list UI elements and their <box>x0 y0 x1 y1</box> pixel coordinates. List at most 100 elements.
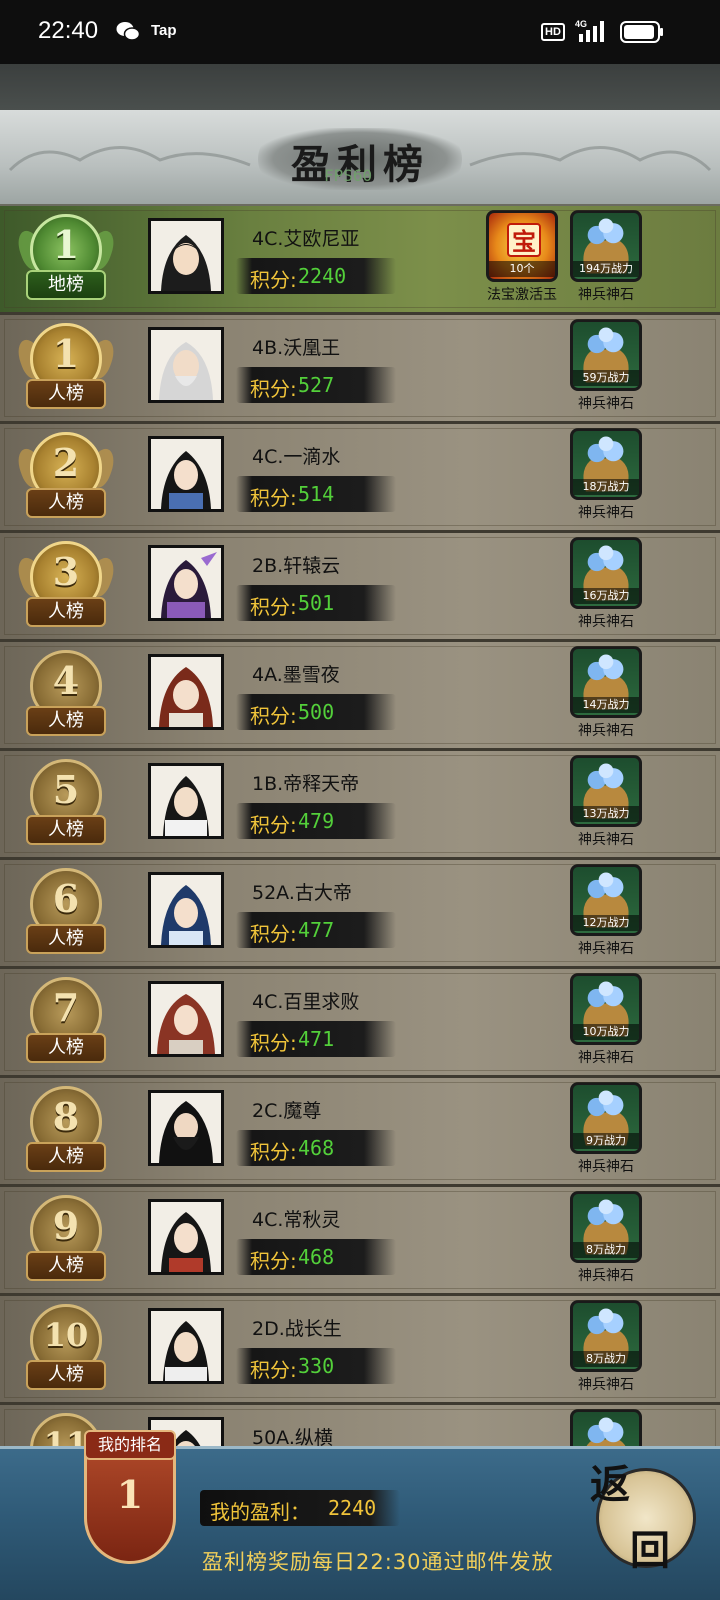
portrait-icon <box>161 451 211 509</box>
reward-caption: 神兵神石 <box>578 941 634 957</box>
score-value: 500 <box>298 700 335 724</box>
player-name: 2D.战长生 <box>252 1318 342 1340</box>
portrait-icon <box>163 1321 209 1381</box>
reward-stone[interactable]: 194万战力 神兵神石 <box>568 210 644 304</box>
player-name: 4B.沃凰王 <box>252 337 341 359</box>
rank-medal: 5 人榜 <box>18 757 114 853</box>
player-name: 52A.古大帝 <box>252 882 352 904</box>
portrait-icon <box>157 994 215 1054</box>
rank-tier: 人榜 <box>26 1033 106 1063</box>
rank-medal: 7 人榜 <box>18 975 114 1071</box>
rank-tier: 人榜 <box>26 1251 106 1281</box>
score-label: 积分: <box>250 704 297 728</box>
rank-number: 5 <box>52 767 80 812</box>
rank-medal: 10 人榜 <box>18 1302 114 1398</box>
reward-stone[interactable]: 12万战力 神兵神石 <box>568 864 644 958</box>
player-avatar[interactable] <box>148 981 224 1057</box>
reward-stone[interactable]: 16万战力 神兵神石 <box>568 537 644 631</box>
reward-power: 8万战力 <box>573 1351 639 1367</box>
reward-power: 8万战力 <box>573 1242 639 1258</box>
reward-stone[interactable]: 13万战力 神兵神石 <box>568 755 644 849</box>
reward-treasure[interactable]: 宝 10个 法宝激活玉 <box>472 210 572 304</box>
leaderboard-row[interactable]: 3 人榜 2B.轩辕云 积分: 501 16万战力 神兵神石 <box>0 533 720 642</box>
reward-power: 12万战力 <box>573 915 639 931</box>
my-profit-label: 我的盈利： <box>210 1500 310 1524</box>
leaderboard-row[interactable]: 1 地榜 4C.艾欧尼亚 积分: 2240 宝 10个 法宝激活玉 194万战力… <box>0 206 720 315</box>
reward-stone[interactable]: 8万战力 神兵神石 <box>568 1300 644 1394</box>
rank-medal: 9 人榜 <box>18 1193 114 1289</box>
reward-caption: 神兵神石 <box>578 287 634 303</box>
score-value: 501 <box>298 591 335 615</box>
score-label: 积分: <box>250 377 297 401</box>
rank-medal: 2 人榜 <box>13 430 119 526</box>
leaderboard-row[interactable]: 1 人榜 4B.沃凰王 积分: 527 59万战力 神兵神石 <box>0 315 720 424</box>
rank-tier: 人榜 <box>26 706 106 736</box>
player-avatar[interactable] <box>148 436 224 512</box>
leaderboard-list[interactable]: 1 地榜 4C.艾欧尼亚 积分: 2240 宝 10个 法宝激活玉 194万战力… <box>0 206 720 1514</box>
score-label: 积分: <box>250 813 297 837</box>
my-rank-label: 我的排名 <box>84 1430 176 1460</box>
reward-caption: 法宝激活玉 <box>487 287 557 303</box>
reward-caption: 神兵神石 <box>578 1377 634 1393</box>
leaderboard-row[interactable]: 7 人榜 4C.百里求败 积分: 471 10万战力 神兵神石 <box>0 969 720 1078</box>
player-avatar[interactable] <box>148 654 224 730</box>
reward-notice: 盈利榜奖励每日22:30通过邮件发放 <box>202 1550 554 1574</box>
rank-number: 4 <box>52 658 80 703</box>
rank-number: 3 <box>52 549 80 594</box>
back-button[interactable]: 返 回 <box>590 1452 704 1582</box>
player-avatar[interactable] <box>148 763 224 839</box>
player-avatar[interactable] <box>148 545 224 621</box>
my-rank-badge: 我的排名 1 <box>84 1428 176 1568</box>
score-bar: 积分: 2240 <box>236 258 396 294</box>
player-avatar[interactable] <box>148 1090 224 1166</box>
leaderboard-row[interactable]: 10 人榜 2D.战长生 积分: 330 8万战力 神兵神石 <box>0 1296 720 1405</box>
score-bar: 积分: 477 <box>236 912 396 948</box>
score-bar: 积分: 330 <box>236 1348 396 1384</box>
player-name: 2B.轩辕云 <box>252 555 341 577</box>
leaderboard-row[interactable]: 5 人榜 1B.帝释天帝 积分: 479 13万战力 神兵神石 <box>0 751 720 860</box>
rank-medal: 4 人榜 <box>18 648 114 744</box>
player-avatar[interactable] <box>148 1308 224 1384</box>
status-time: 22:40 <box>38 17 99 44</box>
rank-tier: 人榜 <box>26 597 106 627</box>
reward-caption: 神兵神石 <box>578 723 634 739</box>
leaderboard-row[interactable]: 6 人榜 52A.古大帝 积分: 477 12万战力 神兵神石 <box>0 860 720 969</box>
reward-stone[interactable]: 8万战力 神兵神石 <box>568 1191 644 1285</box>
rank-medal: 1 地榜 <box>13 212 119 308</box>
player-avatar[interactable] <box>148 327 224 403</box>
rank-medal: 6 人榜 <box>18 866 114 962</box>
back-char-1: 返 <box>590 1461 630 1508</box>
score-value: 479 <box>298 809 335 833</box>
rank-medal: 8 人榜 <box>18 1084 114 1180</box>
score-label: 积分: <box>250 486 297 510</box>
rank-medal: 1 人榜 <box>13 321 119 417</box>
reward-stone[interactable]: 18万战力 神兵神石 <box>568 428 644 522</box>
leaderboard-row[interactable]: 9 人榜 4C.常秋灵 积分: 468 8万战力 神兵神石 <box>0 1187 720 1296</box>
reward-power: 9万战力 <box>573 1133 639 1149</box>
portrait-icon <box>161 1212 211 1272</box>
player-avatar[interactable] <box>148 1199 224 1275</box>
score-bar: 积分: 514 <box>236 476 396 512</box>
player-avatar[interactable] <box>148 872 224 948</box>
portrait-icon <box>161 552 217 618</box>
reward-stone[interactable]: 14万战力 神兵神石 <box>568 646 644 740</box>
player-name: 1B.帝释天帝 <box>252 773 360 795</box>
status-bar: 22:40 Tap HD 4G <box>0 0 720 64</box>
rank-tier: 人榜 <box>26 488 106 518</box>
reward-caption: 神兵神石 <box>578 505 634 521</box>
player-avatar[interactable] <box>148 218 224 294</box>
leaderboard-row[interactable]: 4 人榜 4A.墨雪夜 积分: 500 14万战力 神兵神石 <box>0 642 720 751</box>
score-value: 468 <box>298 1136 335 1160</box>
leaderboard-row[interactable]: 8 人榜 2C.魔尊 积分: 468 9万战力 神兵神石 <box>0 1078 720 1187</box>
rank-medal: 3 人榜 <box>13 539 119 635</box>
portrait-icon <box>161 235 211 291</box>
rank-tier: 人榜 <box>26 1360 106 1390</box>
rank-number: 10 <box>43 1316 89 1354</box>
leaderboard-row[interactable]: 2 人榜 4C.一滴水 积分: 514 18万战力 神兵神石 <box>0 424 720 533</box>
reward-stone[interactable]: 9万战力 神兵神石 <box>568 1082 644 1176</box>
rank-number: 6 <box>52 876 80 921</box>
score-bar: 积分: 501 <box>236 585 396 621</box>
reward-stone[interactable]: 10万战力 神兵神石 <box>568 973 644 1067</box>
score-value: 527 <box>298 373 335 397</box>
reward-stone[interactable]: 59万战力 神兵神石 <box>568 319 644 413</box>
